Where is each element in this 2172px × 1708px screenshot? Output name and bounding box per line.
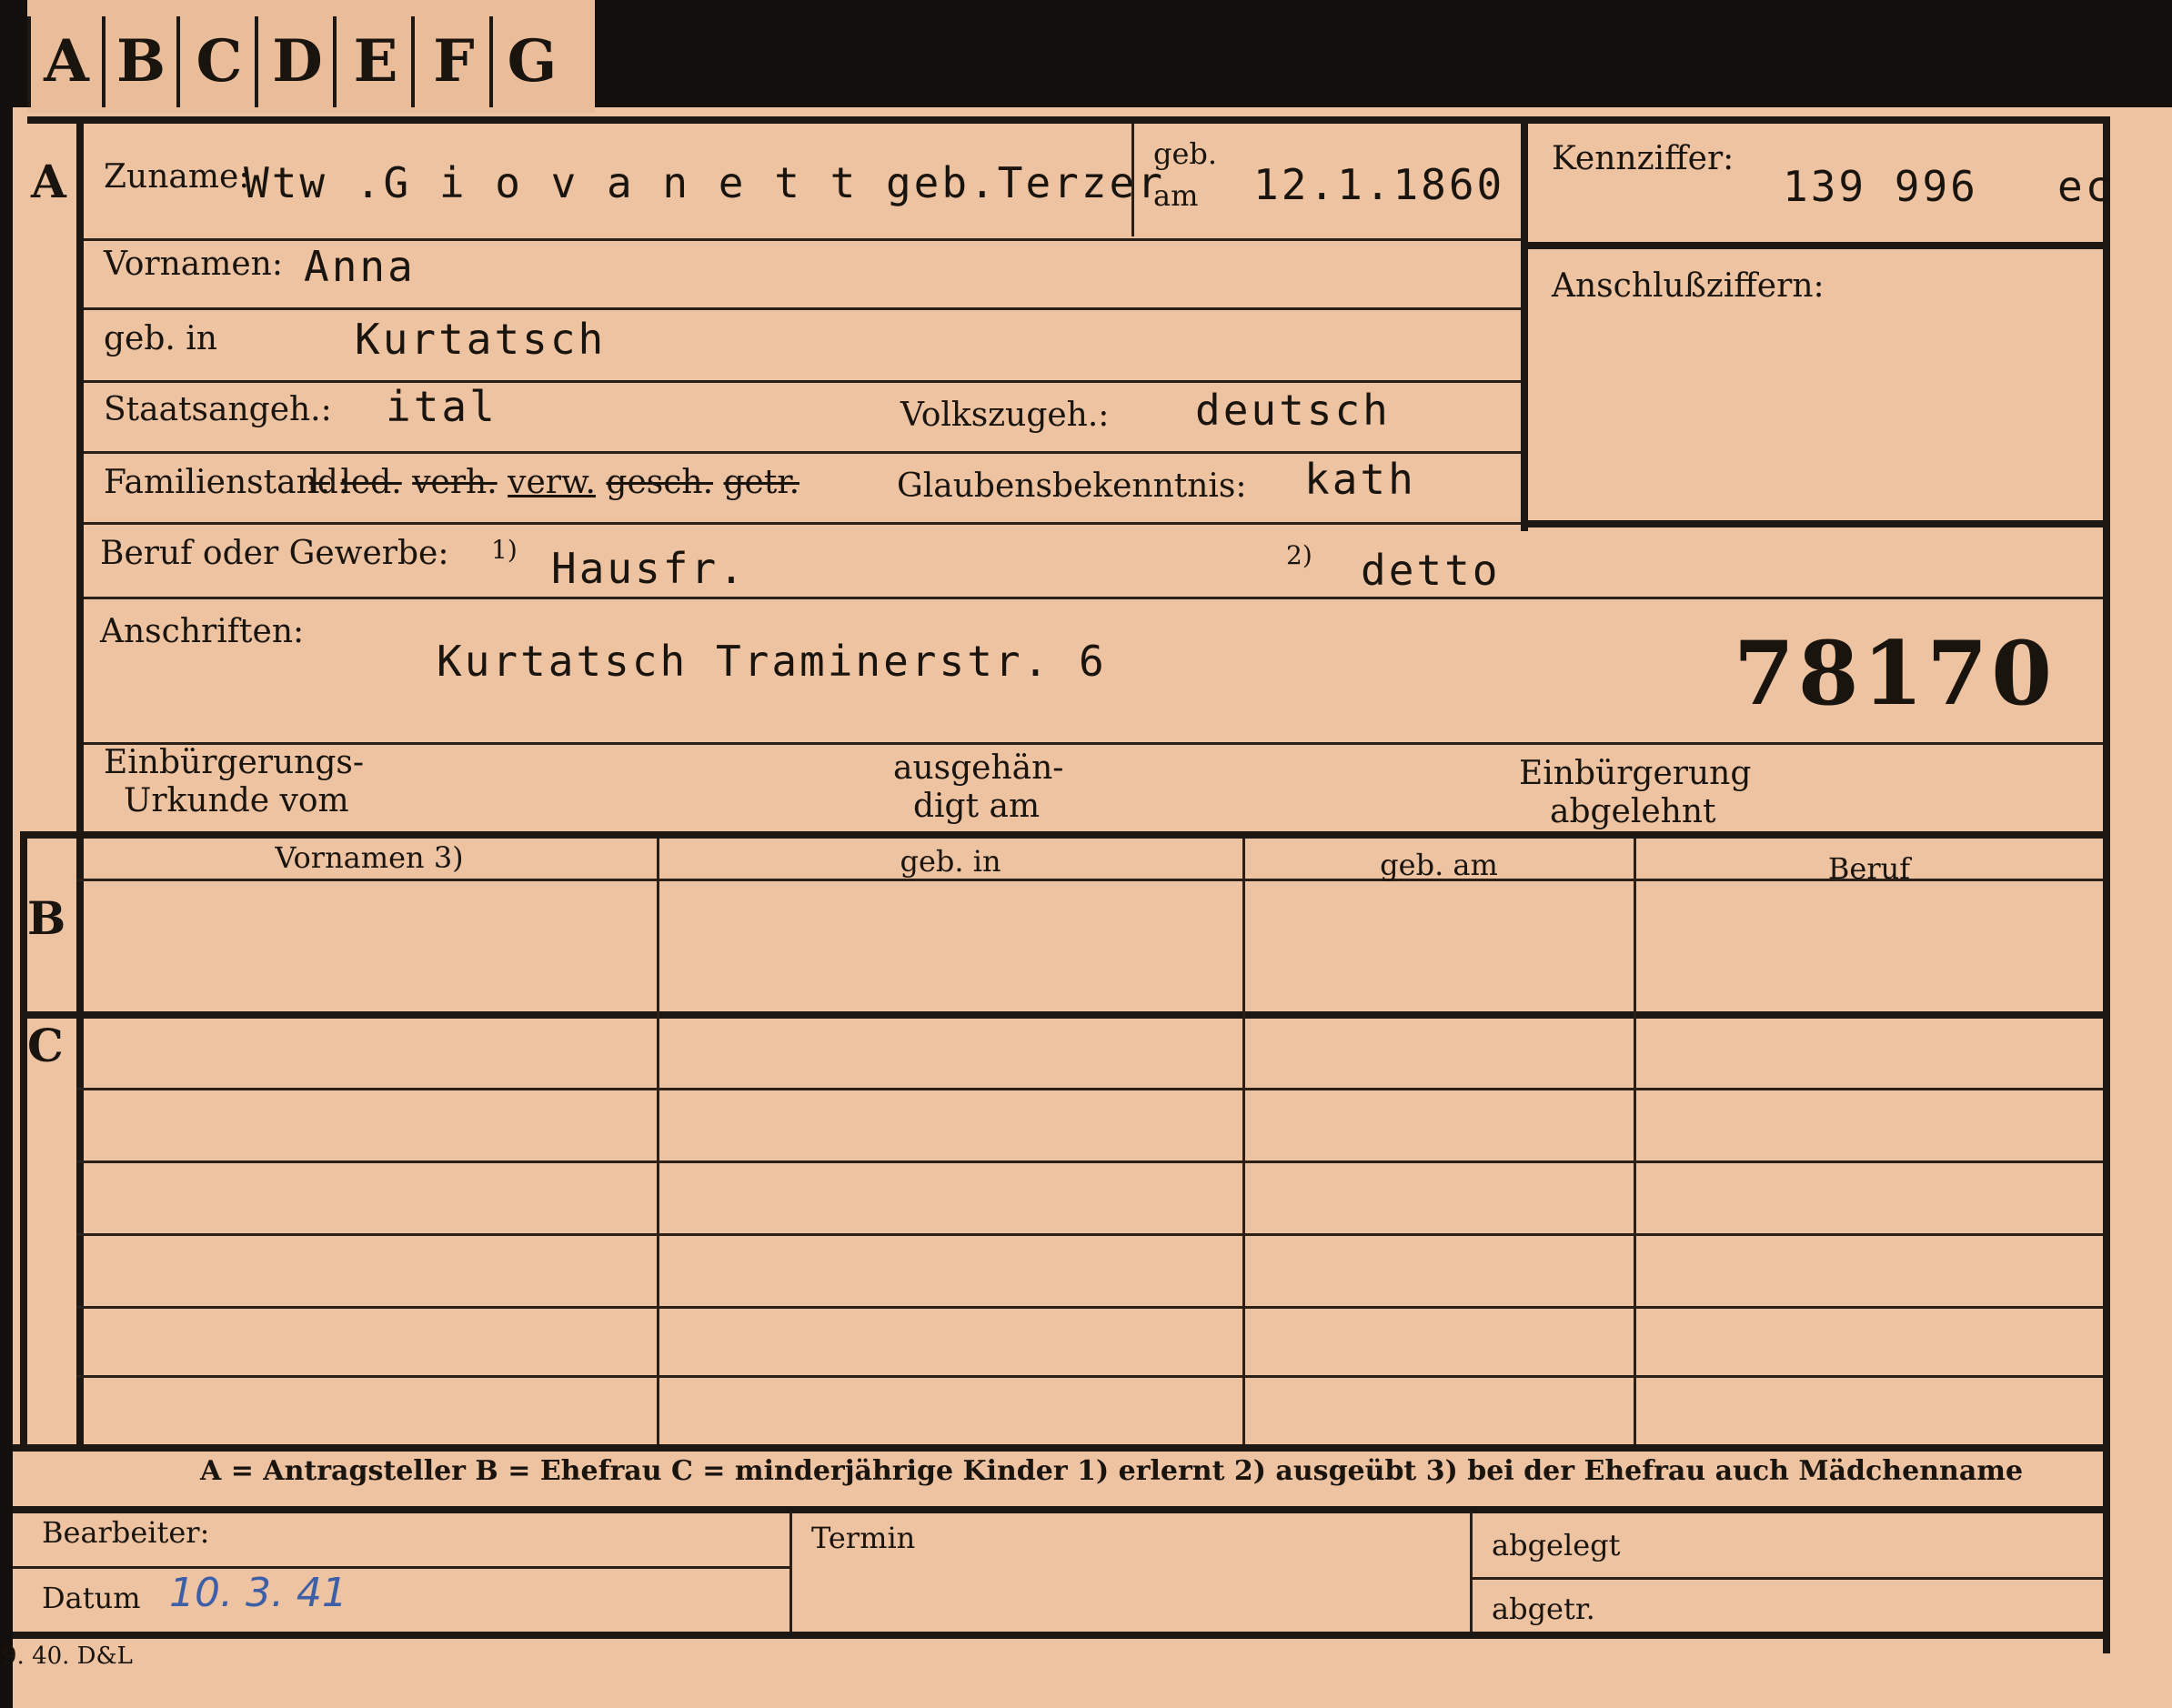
familienstand-options: l. led. verh. verw. gesch. getr. <box>309 464 799 501</box>
row-line <box>84 238 1521 241</box>
einbuergerung-urkunde-label-1: Einbürgerungs- <box>104 744 365 781</box>
anschluss-bottom <box>1528 520 2103 527</box>
familienstand-option-selected: verw. <box>508 464 596 501</box>
geb-am-value: 12.1.1860 <box>1253 160 1505 209</box>
row-line <box>84 451 1521 454</box>
tab-d: D <box>262 16 337 107</box>
section-c-letter: C <box>27 1019 64 1072</box>
familienstand-option: gesch. <box>606 464 714 501</box>
table-row-line <box>76 1160 2103 1163</box>
ausgehaendigt-label-1: ausgehän- <box>893 749 1064 787</box>
tab-c: C <box>184 16 258 107</box>
table-header-beruf: Beruf <box>1827 851 1911 886</box>
ausgehaendigt-label-2: digt am <box>913 788 1041 825</box>
zuname-value: Wtw .G i o v a n e t t geb.Terzer <box>244 158 1165 207</box>
familienstand-option: getr. <box>723 464 800 501</box>
volkszugeh-label: Volkszugeh.: <box>900 397 1110 434</box>
section-b-letter: B <box>27 891 66 945</box>
table-header-geb-am: geb. am <box>1380 848 1498 882</box>
left-margin-rule <box>76 116 84 1444</box>
glauben-label: Glaubensbekenntnis: <box>897 467 1247 505</box>
abgelegt-label: abgelegt <box>1492 1528 1621 1562</box>
bearbeiter-label: Bearbeiter: <box>42 1515 210 1550</box>
footer-row-line <box>13 1566 789 1569</box>
kennziffer-label: Kennziffer: <box>1552 140 1735 177</box>
beruf-value-2: detto <box>1361 546 1501 595</box>
termin-label: Termin <box>811 1521 916 1555</box>
vornamen-label: Vornamen: <box>104 246 283 283</box>
table-row-line <box>76 1088 2103 1090</box>
legend: A = Antragsteller B = Ehefrau C = minder… <box>200 1455 2024 1487</box>
geb-in-value: Kurtatsch <box>355 315 607 364</box>
kennziffer-box-left <box>1521 124 1528 531</box>
geb-am-label-1: geb. <box>1153 136 1218 171</box>
tab-b: B <box>106 16 180 107</box>
table-col-divider <box>1634 839 1636 1446</box>
vornamen-value: Anna <box>304 242 416 291</box>
section-b-top <box>20 831 2103 839</box>
table-col-divider <box>657 839 659 1446</box>
beruf-value-1: Hausfr. <box>551 544 747 593</box>
anschluss-label: Anschlußziffern: <box>1552 267 1825 305</box>
zuname-label: Zuname: <box>104 158 250 196</box>
footer-divider <box>1470 1512 1473 1632</box>
kennziffer-suffix: ec <box>2057 162 2114 211</box>
legend-bottom <box>13 1506 2103 1513</box>
glauben-value: kath <box>1304 455 1416 504</box>
abgelehnt-label-1: Einbürgerung <box>1519 755 1752 792</box>
beruf-note-2: 2) <box>1286 540 1312 570</box>
table-row-line <box>76 1306 2103 1309</box>
table-col-divider <box>1242 839 1245 1446</box>
footer-divider <box>789 1512 792 1632</box>
abgetr-label: abgetr. <box>1492 1592 1595 1626</box>
table-row-line <box>76 1375 2103 1378</box>
print-mark: 9. 40. D&L <box>2 1643 133 1670</box>
kennziffer-value: 139 996 <box>1783 162 1978 211</box>
staatsangeh-label: Staatsangeh.: <box>104 391 332 428</box>
familienstand-option: verh. <box>412 464 498 501</box>
tab-a: A <box>27 16 106 107</box>
kennziffer-divider <box>1528 242 2103 249</box>
row-line <box>84 380 1521 383</box>
volkszugeh-value: deutsch <box>1195 386 1391 435</box>
tab-g: G <box>507 27 558 95</box>
tab-e: E <box>340 16 415 107</box>
anschriften-value: Kurtatsch Traminerstr. 6 <box>437 637 1107 686</box>
geb-am-label-2: am <box>1153 178 1199 213</box>
right-border <box>2103 116 2110 1653</box>
bottom-border <box>13 1632 2110 1639</box>
legend-top <box>13 1444 2103 1452</box>
table-row-line <box>76 1233 2103 1236</box>
datum-value: 10. 3. 41 <box>169 1570 347 1616</box>
row-line <box>84 307 1521 310</box>
row-line <box>84 522 1521 525</box>
table-header-geb-in: geb. in <box>900 844 1001 879</box>
familienstand-option: l. <box>309 464 330 501</box>
section-a-letter: A <box>31 155 66 208</box>
beruf-label: Beruf oder Gewerbe: <box>100 535 449 572</box>
section-c-top <box>20 1011 2103 1019</box>
beruf-note-1: 1) <box>491 535 518 565</box>
staatsangeh-value: ital <box>386 382 498 431</box>
index-tabs: A B C D E F G <box>27 0 595 113</box>
row-line <box>84 742 2103 745</box>
stamp-number: 78170 <box>1734 622 2056 725</box>
table-header-vornamen: Vornamen 3) <box>275 840 464 875</box>
registration-card: A B C D E F G A B C Zuname: Wtw .G i o v… <box>0 0 2172 1708</box>
familienstand-option: led. <box>340 464 402 501</box>
datum-label: Datum <box>42 1581 141 1615</box>
letter-column-left <box>20 831 27 1446</box>
anschriften-label: Anschriften: <box>100 613 305 650</box>
geb-am-divider <box>1131 124 1134 236</box>
abgelehnt-label-2: abgelehnt <box>1550 793 1716 830</box>
einbuergerung-urkunde-label-2: Urkunde vom <box>124 782 349 819</box>
footer-row-line <box>1470 1577 2103 1580</box>
geb-in-label: geb. in <box>104 320 217 357</box>
row-line <box>84 597 2103 599</box>
top-border <box>27 116 2110 124</box>
tab-f: F <box>418 16 493 107</box>
